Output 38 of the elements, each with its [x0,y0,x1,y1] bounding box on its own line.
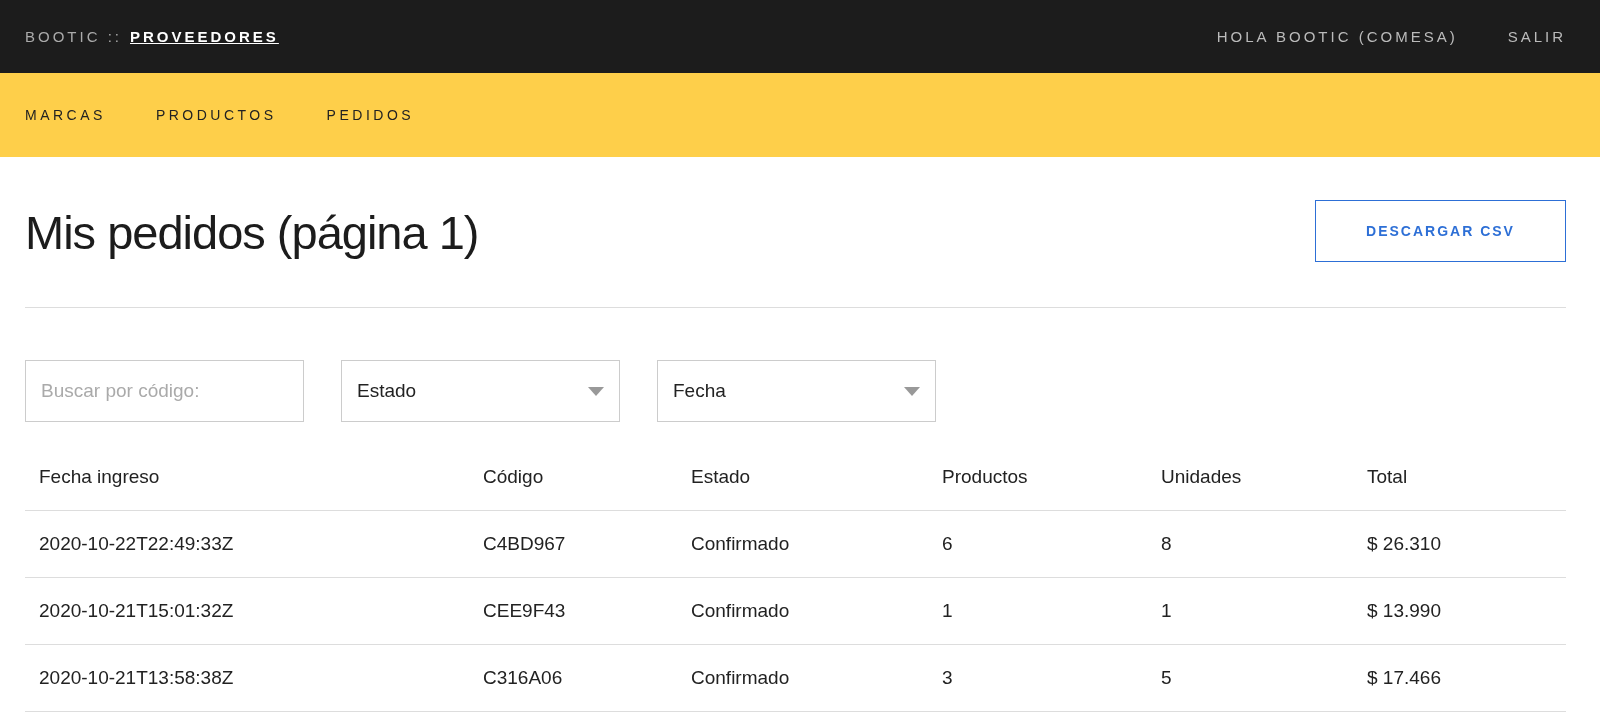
download-csv-button[interactable]: DESCARGAR CSV [1315,200,1566,262]
table-cell-text: $ 13.990 [1366,600,1442,622]
table-cell-text: 2020-10-21T15:01:32Z [38,600,235,622]
column-header: Estado [690,466,752,488]
column-header: Productos [941,466,1029,488]
table-cell-text: Confirmado [690,667,791,689]
table-cell-text: C316A06 [482,667,564,689]
table-cell-text: 1 [941,600,954,622]
section-link[interactable]: PROVEEDORES [130,28,279,45]
table-cell-text: Confirmado [690,600,791,622]
table-cell-text: 2020-10-22T22:49:33Z [38,533,235,555]
table-cell-text: $ 26.310 [1366,533,1442,555]
logout-link[interactable]: SALIR [1507,28,1566,45]
nav-link[interactable]: MARCAS [25,107,106,123]
caret-icon [904,386,920,396]
table-cell-text: Confirmado [690,533,791,555]
column-header: Fecha ingreso [38,466,161,488]
table-cell-text: $ 17.466 [1366,667,1442,689]
caret-icon [588,386,604,396]
table-cell-text: 3 [941,667,954,689]
table-cell-text: 5 [1160,667,1173,689]
column-header: Unidades [1160,466,1243,488]
table-cell-text: 8 [1160,533,1173,555]
filter-dropdown[interactable]: Fecha [657,360,936,422]
search-field[interactable]: Buscar por código: [25,360,304,422]
nav-link[interactable]: PEDIDOS [326,107,415,123]
column-header: Total [1366,466,1409,488]
column-header: Código [482,466,545,488]
brand-label: BOOTIC :: [25,28,122,45]
filter-dropdown[interactable]: Estado [341,360,620,422]
table-cell-text: 1 [1160,600,1173,622]
page-title: Mis pedidos (página 1) [25,204,479,260]
greeting-text: HOLA BOOTIC (COMESA) [1216,28,1458,45]
table-cell-text: 6 [941,533,954,555]
table-cell-text: 2020-10-21T13:58:38Z [38,667,235,689]
table-cell-text: C4BD967 [482,533,567,555]
table-cell-text: CEE9F43 [482,600,567,622]
nav-link[interactable]: PRODUCTOS [155,107,277,123]
